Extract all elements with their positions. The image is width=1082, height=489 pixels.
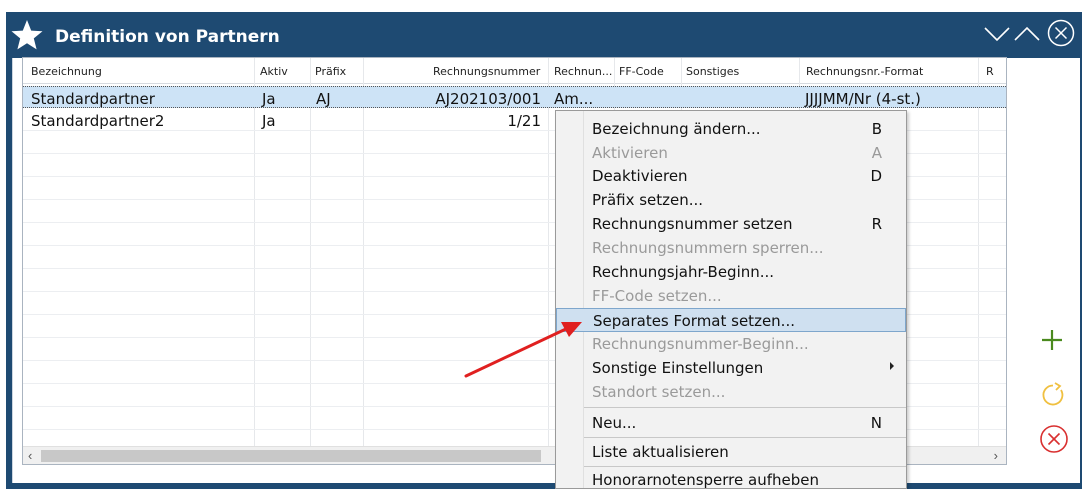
cell-format: JJJJMM/Nr (4-st.) (805, 90, 921, 108)
column-header-format[interactable]: Rechnungsnr.-Format (806, 65, 923, 78)
column-header-rechnungsjahr[interactable]: Rechnun... (554, 65, 612, 78)
menu-item-standort-setzen[interactable]: Standort setzen... (556, 380, 906, 404)
menu-item-ff-code-setzen[interactable]: FF-Code setzen... (556, 284, 906, 308)
close-circle-icon[interactable] (1039, 424, 1069, 454)
column-header-bezeichnung[interactable]: Bezeichnung (31, 65, 102, 78)
column-header-rechnungsnummer[interactable]: Rechnungsnummer (433, 65, 540, 78)
close-icon[interactable] (1046, 18, 1076, 48)
menu-item-aktivieren[interactable]: Aktivieren A (556, 141, 906, 165)
annotation-arrow-icon (464, 322, 582, 378)
menu-item-rechnungsjahr-beginn[interactable]: Rechnungsjahr-Beginn... (556, 260, 906, 284)
column-header-r[interactable]: R (986, 65, 994, 78)
menu-item-sonstige-einstellungen[interactable]: Sonstige Einstellungen (556, 356, 906, 380)
column-header-sonstiges[interactable]: Sonstiges (686, 65, 739, 78)
menu-item-praefix-setzen[interactable]: Präfix setzen... (556, 188, 906, 212)
menu-item-separates-format-setzen[interactable]: Separates Format setzen... (556, 308, 906, 332)
cell-rechnungsnummer: 1/21 (507, 112, 541, 130)
submenu-arrow-icon (890, 362, 894, 370)
star-icon (11, 20, 43, 50)
menu-item-liste-aktualisieren[interactable]: Liste aktualisieren (556, 440, 906, 464)
column-header-praefix[interactable]: Präfix (315, 65, 346, 78)
column-header-ff-code[interactable]: FF-Code (619, 65, 664, 78)
menu-item-deaktivieren[interactable]: Deaktivieren D (556, 164, 906, 188)
scrollbar-thumb[interactable] (41, 450, 541, 462)
column-header-aktiv[interactable]: Aktiv (260, 65, 288, 78)
chevron-up-icon[interactable] (1012, 18, 1042, 48)
menu-item-rechnungsnummer-beginn[interactable]: Rechnungsnummer-Beginn... (556, 332, 906, 356)
table-header: Bezeichnung Aktiv Präfix Rechnungsnummer… (23, 58, 1006, 84)
title-bar: Definition von Partnern (6, 12, 1082, 58)
menu-item-neu[interactable]: Neu... N (556, 411, 906, 435)
cell-praefix: AJ (316, 90, 331, 108)
cell-aktiv: Ja (262, 112, 276, 130)
menu-separator (584, 407, 906, 408)
menu-separator (584, 437, 906, 438)
scroll-left-icon[interactable]: ‹ (28, 448, 32, 463)
refresh-icon[interactable] (1040, 382, 1066, 408)
cell-bezeichnung: Standardpartner2 (31, 112, 165, 130)
menu-item-rechnungsnummern-sperren[interactable]: Rechnungsnummern sperren... (556, 236, 906, 260)
menu-separator (584, 466, 906, 467)
plus-icon[interactable] (1040, 328, 1064, 352)
cell-bezeichnung: Standardpartner (31, 90, 155, 108)
window-title: Definition von Partnern (55, 27, 280, 47)
cell-rechnungsnummer: AJ202103/001 (435, 90, 541, 108)
table-row-standardpartner[interactable]: Standardpartner Ja AJ AJ202103/001 Am...… (23, 86, 1006, 108)
cell-aktiv: Ja (262, 90, 276, 108)
context-menu: Bezeichnung ändern... B Aktivieren A Dea… (555, 110, 907, 489)
chevron-down-icon[interactable] (982, 18, 1012, 48)
menu-item-bezeichnung-aendern[interactable]: Bezeichnung ändern... B (556, 117, 906, 141)
menu-item-rechnungsnummer-setzen[interactable]: Rechnungsnummer setzen R (556, 212, 906, 236)
menu-item-honorarnotensperre-aufheben[interactable]: Honorarnotensperre aufheben (556, 468, 906, 489)
cell-rechnungsjahr: Am... (554, 90, 594, 108)
scroll-right-icon[interactable]: › (994, 448, 998, 463)
